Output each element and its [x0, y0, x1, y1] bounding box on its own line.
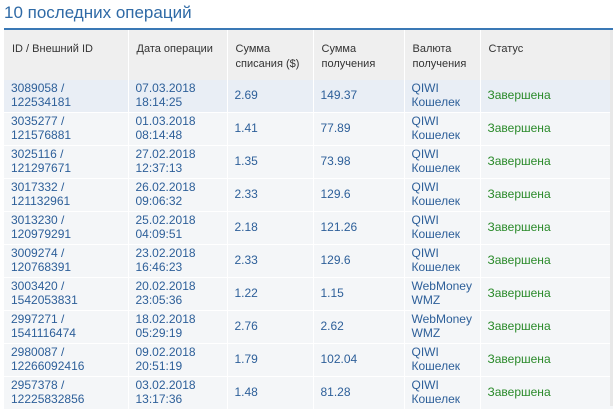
cell-id[interactable]: 3009274 /120768391 [4, 244, 129, 278]
status-badge: Завершена [487, 352, 551, 366]
cell-status: Завершена [480, 376, 613, 410]
cell-sum-receive: 149.37 [313, 80, 405, 113]
cell-sum-receive: 2.62 [313, 310, 405, 344]
cell-currency: WebMoney WMZ [404, 310, 481, 344]
cell-sum-write-off: 2.33 [227, 244, 314, 278]
cell-sum-write-off: 1.35 [227, 145, 314, 179]
cell-id[interactable]: 3013230 /120979291 [4, 211, 129, 245]
cell-id[interactable]: 3025116 /121297671 [4, 145, 129, 179]
cell-currency: QIWI Кошелек [404, 112, 481, 146]
status-badge: Завершена [487, 286, 551, 300]
column-header-currency: Валюта получения [404, 30, 481, 80]
cell-id[interactable]: 3003420 /1542053831 [4, 277, 129, 311]
table-row[interactable]: 3089058 /122534181 07.03.2018 18:14:25 2.69… [4, 80, 613, 113]
cell-id[interactable]: 2980087 /12266092416 [4, 343, 129, 377]
cell-sum-receive: 129.6 [313, 244, 405, 278]
cell-sum-write-off: 1.79 [227, 343, 314, 377]
cell-currency: QIWI Кошелек [404, 211, 481, 245]
cell-status: Завершена [480, 277, 613, 311]
cell-currency: QIWI Кошелек [404, 80, 481, 113]
cell-date: 25.02.2018 04:09:51 [128, 211, 228, 245]
cell-sum-write-off: 1.48 [227, 376, 314, 410]
cell-status: Завершена [480, 80, 613, 113]
status-badge: Завершена [487, 220, 551, 234]
table-row[interactable]: 2980087 /12266092416 09.02.2018 20:51:19 1.… [4, 343, 613, 377]
cell-currency: QIWI Кошелек [404, 145, 481, 179]
cell-date: 03.02.2018 13:17:36 [128, 376, 228, 410]
cell-id[interactable]: 2997271 /1541116474 [4, 310, 129, 344]
cell-status: Завершена [480, 343, 613, 377]
cell-id[interactable]: 3089058 /122534181 [4, 80, 129, 113]
cell-sum-write-off: 2.18 [227, 211, 314, 245]
cell-sum-receive: 102.04 [313, 343, 405, 377]
status-badge: Завершена [487, 253, 551, 267]
cell-status: Завершена [480, 211, 613, 245]
cell-date: 18.02.2018 05:29:19 [128, 310, 228, 344]
column-header-sum-write-off: Сумма списания ($) [227, 30, 314, 80]
table-row[interactable]: 2957378 /12225832856 03.02.2018 13:17:36 1.… [4, 376, 613, 410]
cell-id[interactable]: 2957378 /12225832856 [4, 376, 129, 410]
cell-status: Завершена [480, 178, 613, 212]
cell-date: 23.02.2018 16:46:23 [128, 244, 228, 278]
cell-sum-receive: 73.98 [313, 145, 405, 179]
cell-status: Завершена [480, 244, 613, 278]
cell-date: 07.03.2018 18:14:25 [128, 80, 228, 113]
cell-date: 20.02.2018 23:05:36 [128, 277, 228, 311]
cell-sum-receive: 77.89 [313, 112, 405, 146]
cell-id[interactable]: 3017332 /121132961 [4, 178, 129, 212]
column-header-status: Статус [480, 30, 613, 80]
cell-currency: QIWI Кошелек [404, 343, 481, 377]
cell-currency: WebMoney WMZ [404, 277, 481, 311]
status-badge: Завершена [487, 88, 551, 102]
cell-status: Завершена [480, 145, 613, 179]
table-row[interactable]: 3017332 /121132961 26.02.2018 09:06:32 2.33… [4, 178, 613, 212]
cell-sum-write-off: 2.33 [227, 178, 314, 212]
table-row[interactable]: 3003420 /1542053831 20.02.2018 23:05:36 1.2… [4, 277, 613, 311]
cell-date: 26.02.2018 09:06:32 [128, 178, 228, 212]
status-badge: Завершена [487, 154, 551, 168]
cell-sum-receive: 121.26 [313, 211, 405, 245]
cell-sum-write-off: 2.69 [227, 80, 314, 113]
cell-status: Завершена [480, 112, 613, 146]
cell-sum-receive: 129.6 [313, 178, 405, 212]
table-row[interactable]: 3009274 /120768391 23.02.2018 16:46:23 2.33… [4, 244, 613, 278]
status-badge: Завершена [487, 385, 551, 399]
page-title: 10 последних операций [4, 3, 192, 22]
cell-currency: QIWI Кошелек [404, 178, 481, 212]
cell-currency: QIWI Кошелек [404, 244, 481, 278]
cell-sum-write-off: 2.76 [227, 310, 314, 344]
cell-date: 27.02.2018 12:37:13 [128, 145, 228, 179]
column-header-sum-receive: Сумма получения [313, 30, 405, 80]
table-row[interactable]: 3025116 /121297671 27.02.2018 12:37:13 1.35… [4, 145, 613, 179]
cell-sum-write-off: 1.22 [227, 277, 314, 311]
column-header-date: Дата операции [128, 30, 228, 80]
operations-table: ID / Внешний ID Дата операции Сумма списа… [4, 28, 613, 410]
cell-sum-write-off: 1.41 [227, 112, 314, 146]
status-badge: Завершена [487, 319, 551, 333]
cell-date: 01.03.2018 08:14:48 [128, 112, 228, 146]
column-header-id: ID / Внешний ID [4, 30, 129, 80]
cell-sum-receive: 1.15 [313, 277, 405, 311]
cell-sum-receive: 81.28 [313, 376, 405, 410]
table-row[interactable]: 3013230 /120979291 25.02.2018 04:09:51 2.18… [4, 211, 613, 245]
status-badge: Завершена [487, 187, 551, 201]
table-row[interactable]: 3035277 /121576881 01.03.2018 08:14:48 1.41… [4, 112, 613, 146]
table-header-row: ID / Внешний ID Дата операции Сумма списа… [4, 30, 613, 80]
cell-id[interactable]: 3035277 /121576881 [4, 112, 129, 146]
table-row[interactable]: 2997271 /1541116474 18.02.2018 05:29:19 2.7… [4, 310, 613, 344]
cell-date: 09.02.2018 20:51:19 [128, 343, 228, 377]
status-badge: Завершена [487, 121, 551, 135]
cell-status: Завершена [480, 310, 613, 344]
cell-currency: QIWI Кошелек [404, 376, 481, 410]
